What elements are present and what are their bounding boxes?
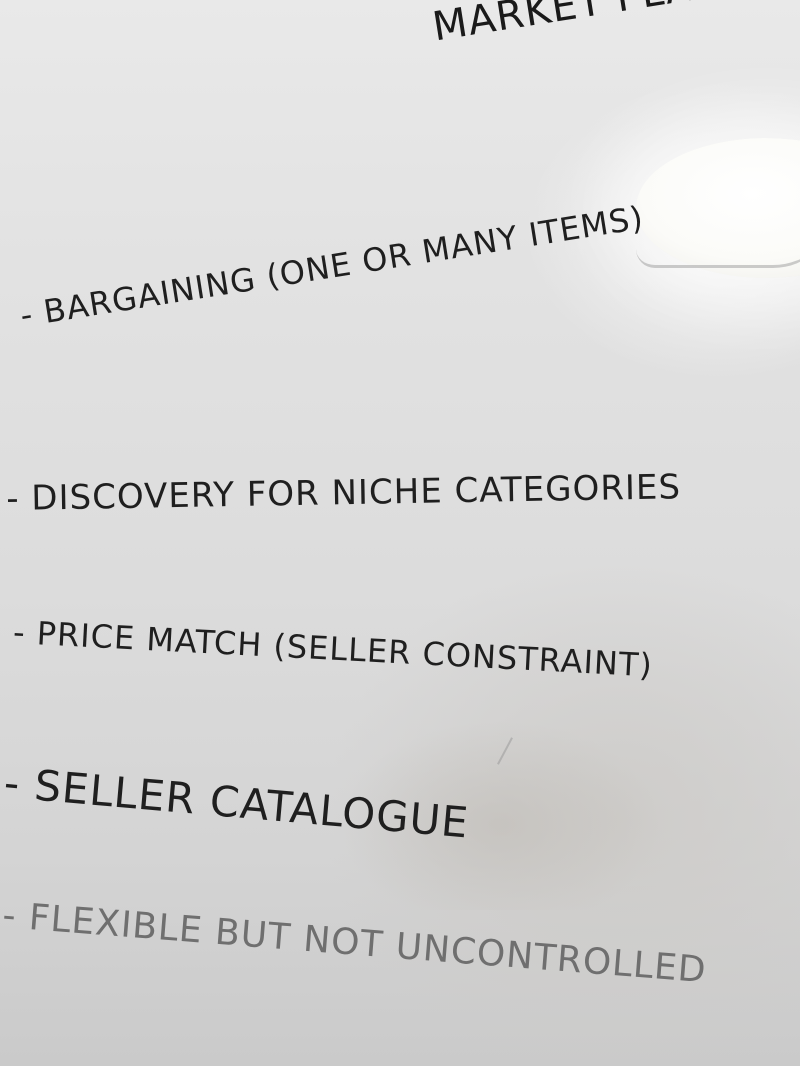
whiteboard-item-flexible: - FLEXIBLE BUT NOT UNCONTROLLED [1,895,709,992]
whiteboard-photo: MARKET PLAC - BARGAINING (ONE OR MANY IT… [0,0,800,1066]
whiteboard-item-discovery: - DISCOVERY FOR NICHE CATEGORIES [5,467,682,519]
whiteboard-item-bargaining: - BARGAINING (ONE OR MANY ITEMS) [17,198,647,335]
whiteboard-item-price-match: - PRICE MATCH (SELLER CONSTRAINT) [12,613,654,685]
whiteboard-heading: MARKET PLAC [429,0,725,51]
lamp-rim-reflection [636,205,800,268]
